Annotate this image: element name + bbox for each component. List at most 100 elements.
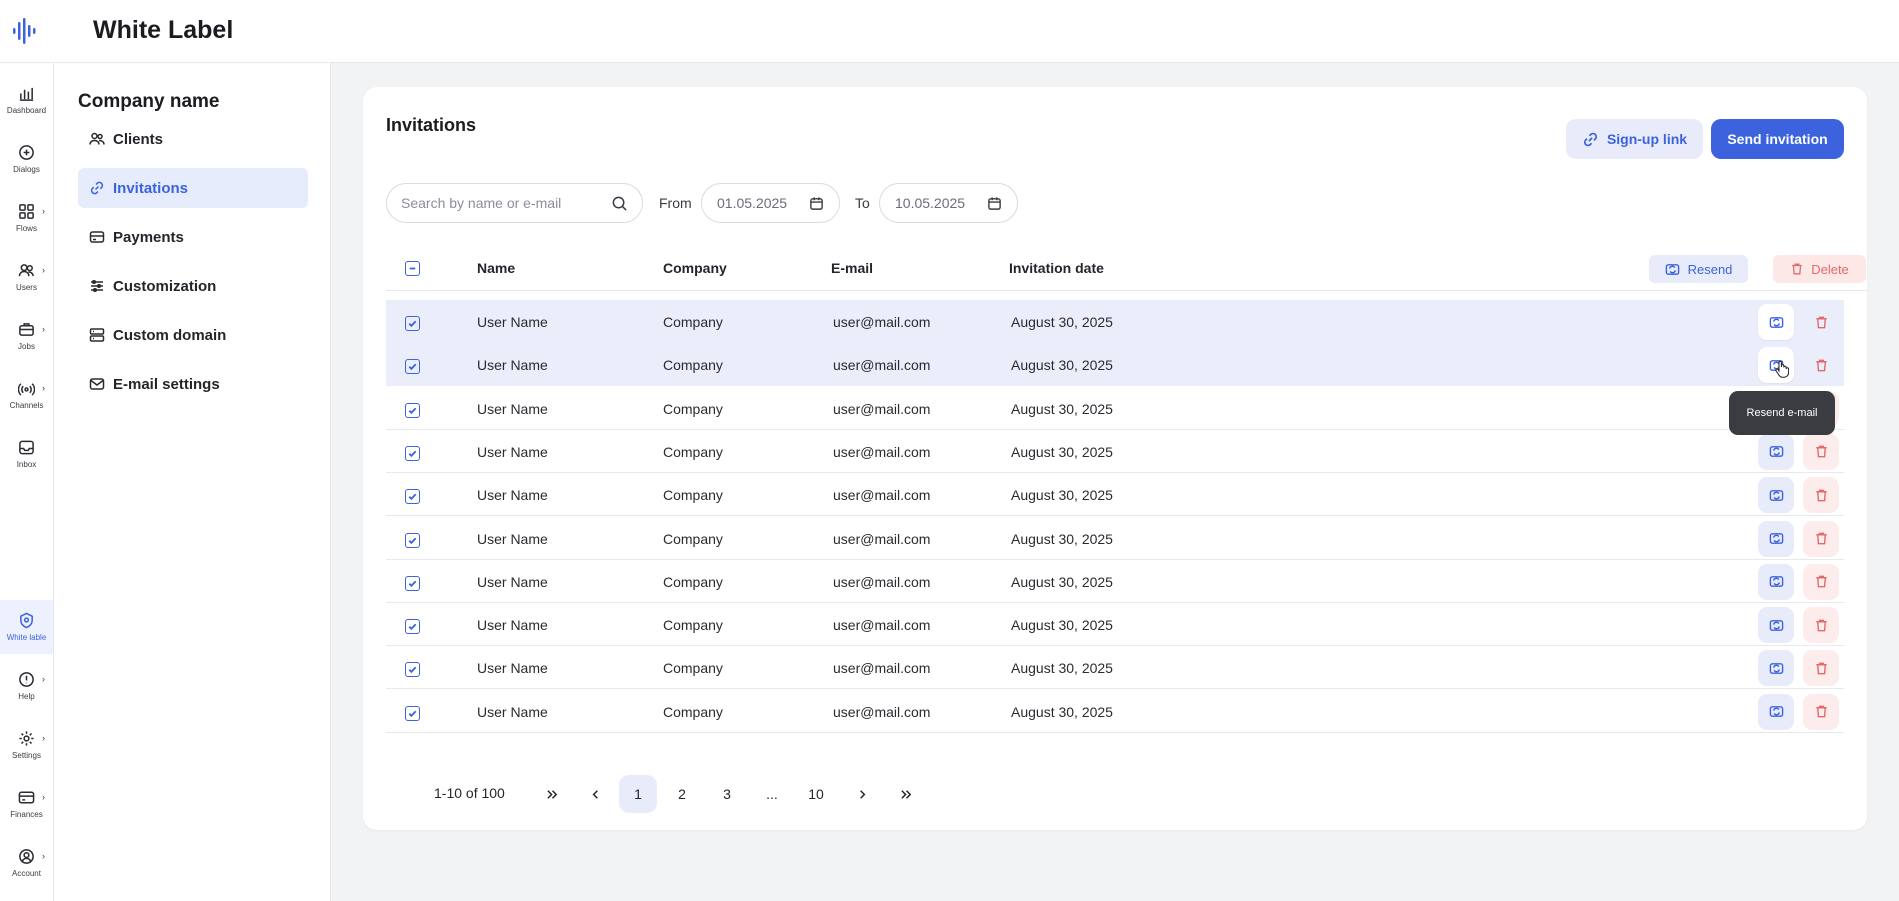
search-input[interactable] — [401, 195, 611, 211]
resend-button[interactable] — [1758, 433, 1794, 470]
briefcase-icon — [19, 323, 34, 336]
row-checkbox[interactable] — [405, 575, 420, 591]
table-row[interactable]: User Name Company user@mail.com August 30, … — [386, 343, 1844, 387]
cell-email: user@mail.com — [833, 530, 931, 547]
delete-button[interactable] — [1803, 347, 1839, 383]
top-bar: White Label — [0, 0, 1899, 63]
page-button-1[interactable]: 1 — [619, 775, 657, 813]
subnav-item-custom-domain[interactable]: Custom domain — [78, 315, 308, 355]
clients-icon — [89, 132, 105, 145]
delete-button[interactable] — [1803, 433, 1839, 470]
table-row[interactable]: User Name Company user@mail.com August 30, … — [386, 646, 1844, 690]
page-button-2[interactable]: 2 — [663, 775, 701, 813]
resend-button[interactable] — [1758, 477, 1794, 514]
page-button-3[interactable]: 3 — [708, 775, 746, 813]
to-date-field[interactable]: 10.05.2025 — [879, 183, 1018, 223]
bulk-delete-button[interactable]: Delete — [1773, 255, 1866, 283]
resend-mail-icon — [1769, 533, 1783, 544]
subnav-item-payments[interactable]: Payments — [78, 217, 308, 257]
table-row[interactable]: User Name Company user@mail.com August 30, … — [386, 430, 1844, 473]
rail-item-inbox[interactable]: Inbox — [0, 427, 53, 481]
column-header-email[interactable]: E-mail — [831, 260, 873, 276]
rail-label: Settings — [12, 751, 41, 760]
rail-item-jobs[interactable]: Jobs › — [0, 309, 53, 363]
row-checkbox[interactable] — [405, 705, 420, 721]
trash-icon — [1792, 263, 1803, 275]
subnav-item-invitations[interactable]: Invitations — [78, 168, 308, 208]
bulk-delete-label: Delete — [1811, 261, 1849, 277]
delete-button[interactable] — [1803, 693, 1839, 730]
send-invitation-button[interactable]: Send invitation — [1711, 119, 1844, 159]
select-all-checkbox[interactable] — [405, 261, 420, 276]
row-checkbox[interactable] — [405, 445, 420, 461]
row-checkbox[interactable] — [405, 359, 420, 375]
to-label: To — [855, 195, 870, 211]
row-checkbox[interactable] — [405, 402, 420, 418]
first-page-button[interactable] — [533, 775, 571, 813]
rail-item-white-label[interactable]: White lable — [0, 600, 53, 654]
delete-button[interactable] — [1803, 607, 1839, 644]
row-checkbox[interactable] — [405, 489, 420, 505]
bulk-resend-label: Resend — [1687, 261, 1733, 277]
resend-mail-icon — [1769, 446, 1783, 458]
cell-email: user@mail.com — [833, 573, 931, 590]
rail-item-channels[interactable]: Channels › — [0, 368, 53, 422]
table-row[interactable]: User Name Company user@mail.com August 30, … — [386, 690, 1844, 733]
resend-button[interactable] — [1758, 693, 1794, 730]
table-row[interactable]: User Name Company user@mail.com August 30, … — [386, 473, 1844, 517]
from-date-field[interactable]: 01.05.2025 — [701, 183, 840, 223]
table-row[interactable]: User Name Company user@mail.com August 30, … — [386, 517, 1844, 560]
delete-button[interactable] — [1803, 520, 1839, 557]
signup-link-button[interactable]: Sign-up link — [1566, 119, 1703, 159]
delete-button[interactable] — [1803, 563, 1839, 600]
subnav-item-clients[interactable]: Clients — [78, 119, 308, 159]
delete-button[interactable] — [1803, 304, 1839, 340]
table-row[interactable]: User Name Company user@mail.com August 30, … — [386, 603, 1844, 647]
cell-email: user@mail.com — [833, 660, 931, 677]
row-checkbox[interactable] — [405, 662, 420, 678]
resend-mail-icon — [1769, 663, 1783, 674]
rail-item-flows[interactable]: Flows › — [0, 191, 53, 245]
column-header-name[interactable]: Name — [477, 260, 515, 276]
delete-button[interactable] — [1803, 650, 1839, 687]
rail-item-users[interactable]: Users › — [0, 250, 53, 304]
delete-button[interactable] — [1803, 477, 1839, 514]
resend-button[interactable] — [1758, 563, 1794, 600]
rail-item-dashboard[interactable]: Dashboard — [0, 73, 53, 127]
table-row[interactable]: User Name Company user@mail.com August 30, … — [386, 387, 1844, 430]
rail-item-account[interactable]: Account › — [0, 836, 53, 890]
prev-page-button[interactable] — [576, 775, 614, 813]
rail-item-finances[interactable]: Finances › — [0, 777, 53, 831]
check-icon — [408, 623, 417, 631]
rail-item-help[interactable]: Help › — [0, 659, 53, 713]
last-page-button[interactable] — [887, 775, 925, 813]
resend-button[interactable] — [1758, 304, 1794, 340]
resend-button[interactable] — [1758, 607, 1794, 644]
cell-name: User Name — [477, 530, 548, 547]
dialogs-icon — [19, 145, 34, 160]
next-page-button[interactable] — [843, 775, 881, 813]
rail-label: Dialogs — [13, 165, 40, 174]
row-checkbox[interactable] — [405, 316, 420, 331]
row-checkbox[interactable] — [405, 532, 420, 548]
subnav-item-customization[interactable]: Customization — [78, 266, 308, 306]
cell-name: User Name — [477, 617, 548, 634]
hand-cursor-icon — [1775, 360, 1789, 378]
page-button-10[interactable]: 10 — [797, 775, 835, 813]
row-checkbox[interactable] — [405, 619, 420, 635]
table-row[interactable]: User Name Company user@mail.com August 30, … — [386, 560, 1844, 603]
column-header-invitation-date[interactable]: Invitation date — [1009, 260, 1104, 276]
resend-button[interactable] — [1758, 650, 1794, 687]
column-header-company[interactable]: Company — [663, 260, 727, 276]
chevron-right-icon — [859, 789, 865, 799]
search-icon[interactable] — [611, 195, 628, 212]
rail-label: Dashboard — [6, 106, 47, 115]
resend-mail-icon — [1769, 576, 1783, 588]
rail-item-dialogs[interactable]: Dialogs — [0, 132, 53, 186]
white-label-icon — [20, 612, 33, 629]
bulk-resend-button[interactable]: Resend — [1649, 255, 1748, 283]
resend-button[interactable] — [1758, 520, 1794, 557]
table-row[interactable]: User Name Company user@mail.com August 30, … — [386, 300, 1844, 343]
subnav-item-email-settings[interactable]: E-mail settings — [78, 364, 308, 404]
rail-item-settings[interactable]: Settings › — [0, 718, 53, 772]
